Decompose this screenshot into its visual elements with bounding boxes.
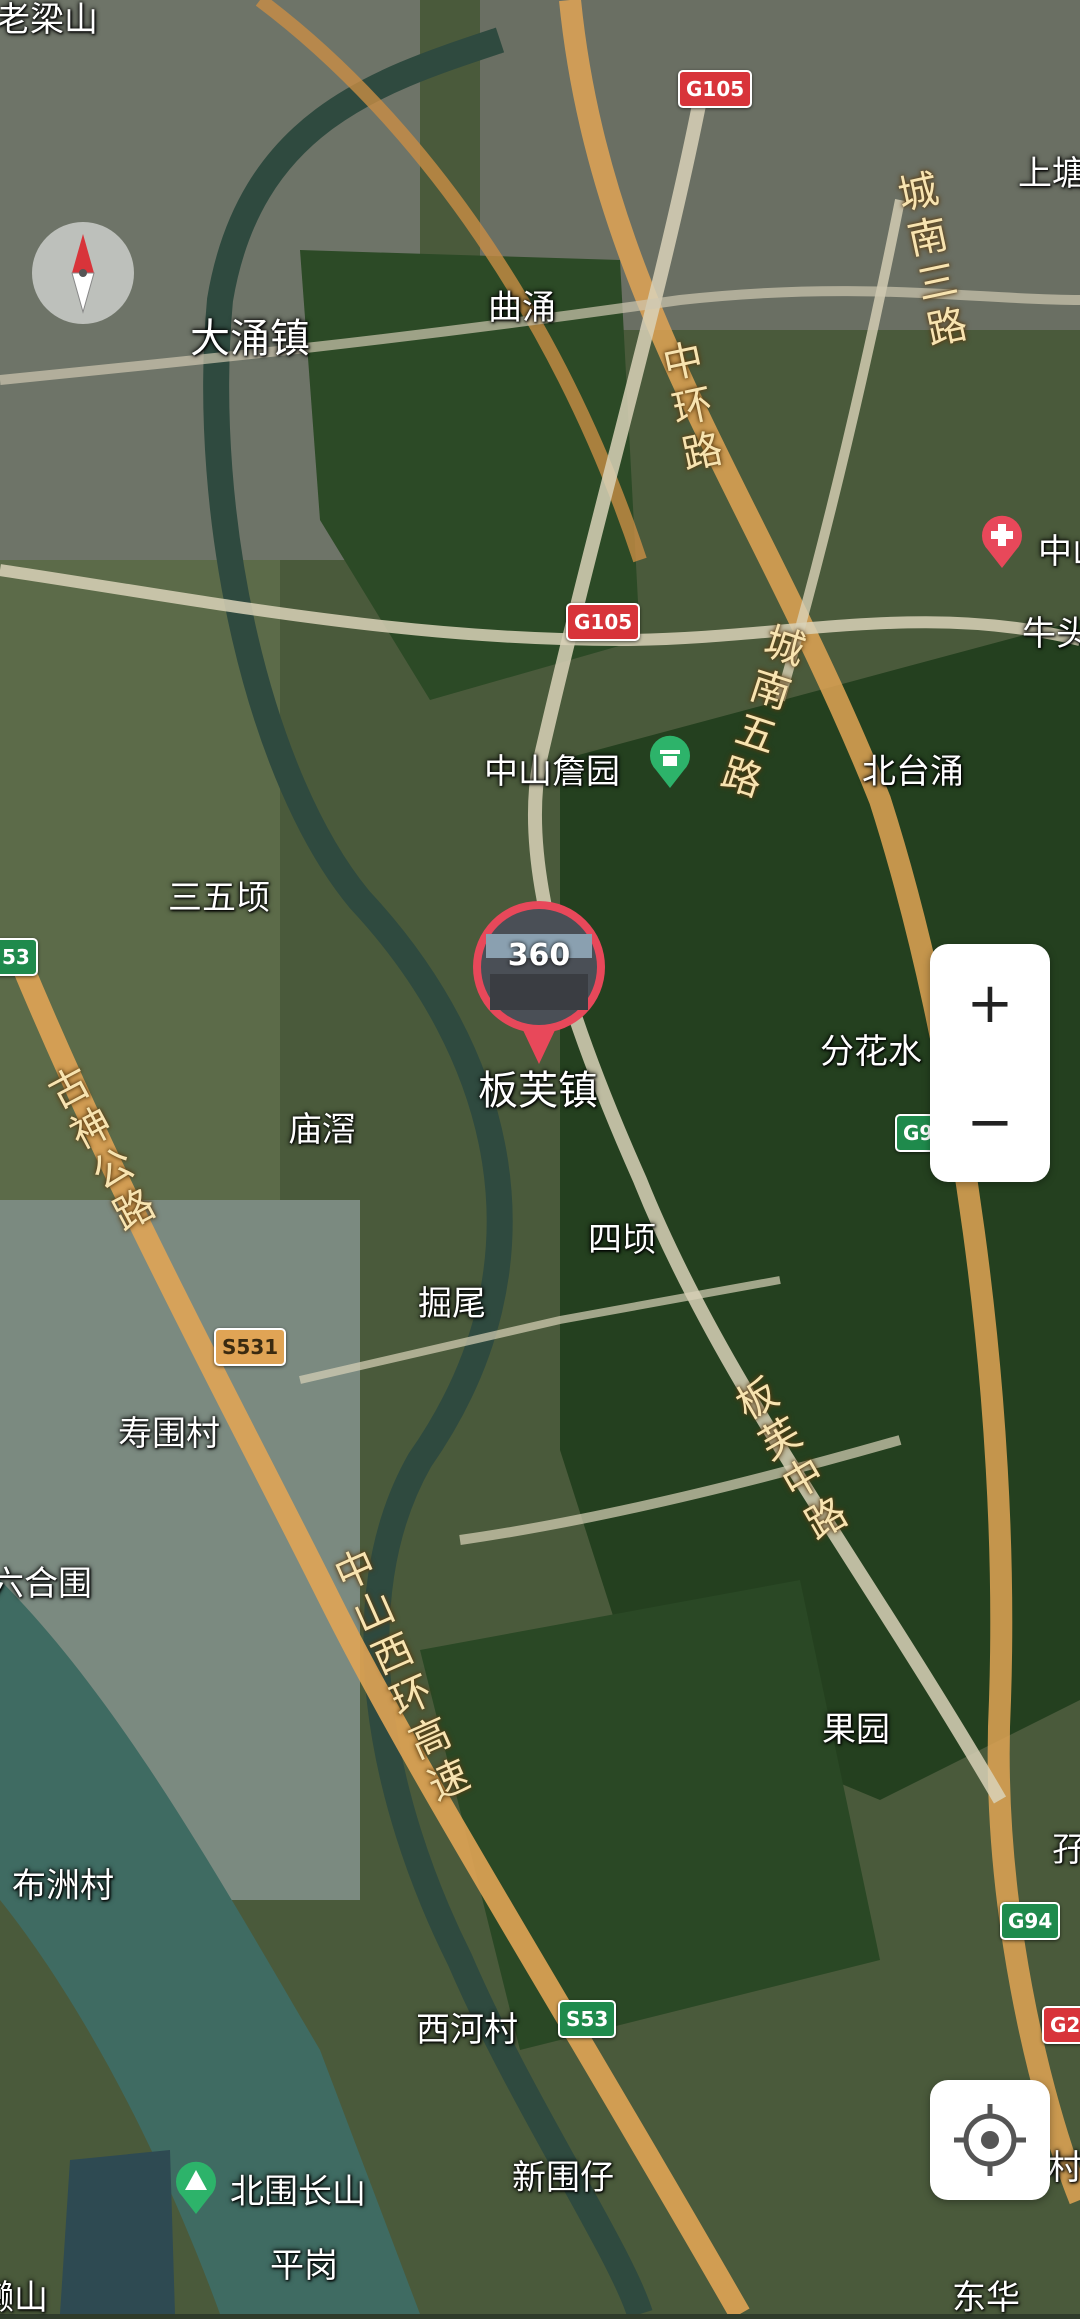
place-laoliangshan[interactable]: 老梁山 (0, 0, 98, 41)
place-cun-right[interactable]: 村 (1048, 2140, 1080, 2189)
park-pin-icon[interactable] (646, 734, 694, 790)
hospital-pin-icon[interactable] (978, 514, 1026, 570)
place-pinggang[interactable]: 平岗 (270, 2238, 338, 2287)
place-sanwuqing[interactable]: 三五顷 (168, 870, 270, 919)
panorama-360-marker[interactable]: 360 (470, 898, 608, 1066)
place-donghua[interactable]: 东华 (952, 2270, 1020, 2319)
g94-shield: G94 (1000, 1902, 1061, 1940)
place-xihecun[interactable]: 西河村 (416, 2002, 518, 2051)
compass-icon[interactable] (32, 222, 134, 324)
place-juewei[interactable]: 掘尾 (418, 1276, 486, 1325)
place-liuhewei[interactable]: 六合围 (0, 1556, 92, 1605)
place-beiweichangshan[interactable]: 北围长山 (230, 2164, 366, 2213)
locate-me-button[interactable] (930, 2080, 1050, 2200)
crosshair-icon (954, 2104, 1026, 2176)
place-shangtang[interactable]: 上塘 (1018, 146, 1080, 195)
place-siqing[interactable]: 四顷 (588, 1212, 656, 1261)
place-miaojing[interactable]: 庙滘 (288, 1102, 356, 1151)
s531-shield: S531 (214, 1328, 287, 1366)
place-dayongzhen[interactable]: 大涌镇 (190, 306, 310, 364)
place-guoyuan[interactable]: 果园 (822, 1702, 890, 1751)
g105-shield-mid: G105 (566, 603, 641, 641)
place-buzhoucun[interactable]: 布洲村 (12, 1858, 114, 1907)
zoom-in-button[interactable]: + (930, 944, 1050, 1063)
g105-shield-top: G105 (678, 70, 753, 108)
place-quyong[interactable]: 曲涌 (488, 280, 556, 329)
place-lanshan[interactable]: 懒山 (0, 2270, 48, 2319)
place-beitaiyong[interactable]: 北台涌 (862, 744, 964, 793)
place-niutou[interactable]: 牛头 (1022, 606, 1080, 655)
s53-shield-left: 53 (0, 938, 38, 976)
place-xinweizai[interactable]: 新围仔 (512, 2150, 614, 2199)
place-zhong-hospital[interactable]: 中山 (1038, 524, 1080, 573)
place-fenhuashui[interactable]: 分花水 (820, 1024, 922, 1073)
place-banfuzhen[interactable]: 板芙镇 (478, 1058, 598, 1116)
zoom-out-button[interactable]: − (930, 1063, 1050, 1182)
s53-shield-bottom: S53 (558, 2000, 617, 2038)
place-right-ji[interactable]: 孖 (1052, 1822, 1080, 1871)
mountain-pin-icon[interactable] (172, 2160, 220, 2216)
place-zhongshan-zhanyuan[interactable]: 中山詹园 (484, 744, 620, 793)
panorama-360-label: 360 (507, 938, 571, 973)
g22-shield: G22 (1042, 2006, 1080, 2044)
zoom-control: + − (930, 944, 1050, 1182)
place-shouweicun[interactable]: 寿围村 (118, 1406, 220, 1455)
